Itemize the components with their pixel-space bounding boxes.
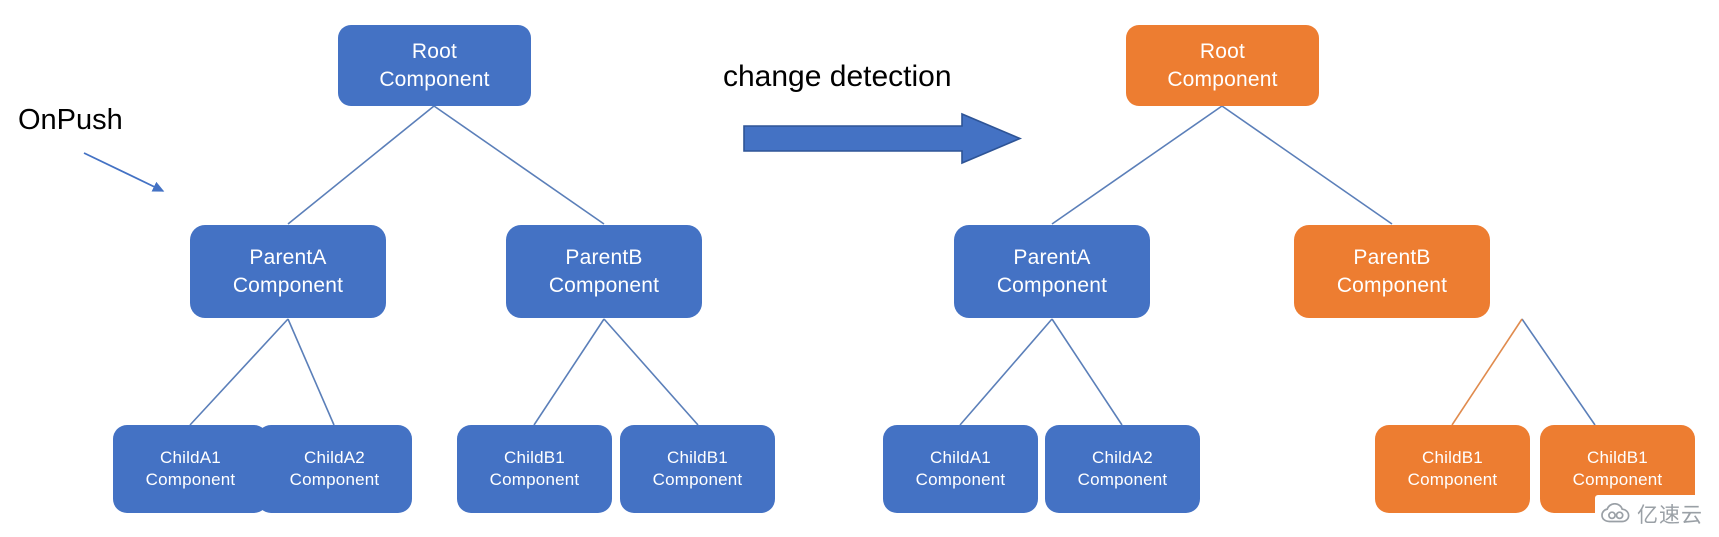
left-childA1-component-node[interactable]: ChildA1 Component bbox=[113, 425, 268, 513]
node-line-2: Component bbox=[548, 273, 660, 297]
node-line-1: ParentA bbox=[249, 246, 327, 270]
node-line-1: ChildB1 bbox=[1422, 447, 1483, 467]
node-line-1: ParentB bbox=[1353, 246, 1431, 270]
node-line-1: ChildA2 bbox=[1092, 447, 1153, 467]
node-line-1: Root bbox=[411, 40, 458, 64]
edge-left-parentA-childA2 bbox=[287, 318, 335, 426]
node-line-1: Root bbox=[1199, 40, 1246, 64]
node-line-1: ChildA1 bbox=[930, 447, 991, 467]
edge-right-root-parentB bbox=[1221, 105, 1393, 225]
node-line-2: Component bbox=[1407, 470, 1498, 489]
change-detection-label: change detection bbox=[723, 60, 952, 93]
edge-right-parentA-childA2 bbox=[1051, 318, 1123, 426]
node-line-2: Component bbox=[996, 273, 1108, 297]
right-parentB-component-node[interactable]: ParentB Component bbox=[1294, 225, 1490, 318]
left-parentA-component-node[interactable]: ParentA Component bbox=[190, 225, 386, 318]
left-childA2-component-node[interactable]: ChildA2 Component bbox=[257, 425, 412, 513]
watermark-text: 亿速云 bbox=[1637, 503, 1703, 527]
node-line-2: Component bbox=[1167, 67, 1278, 91]
node-line-2: Component bbox=[652, 470, 743, 489]
right-childA1-component-node[interactable]: ChildA1 Component bbox=[883, 425, 1038, 513]
edge-left-root-parentB bbox=[433, 105, 605, 225]
node-line-1: ChildA2 bbox=[304, 447, 365, 467]
edge-right-parentB-childB2 bbox=[1521, 318, 1596, 426]
watermark: 亿速云 bbox=[1595, 495, 1711, 533]
node-line-2: Component bbox=[289, 470, 380, 489]
right-childA2-component-node[interactable]: ChildA2 Component bbox=[1045, 425, 1200, 513]
node-line-2: Component bbox=[489, 470, 580, 489]
right-parentA-component-node[interactable]: ParentA Component bbox=[954, 225, 1150, 318]
node-line-2: Component bbox=[915, 470, 1006, 489]
change-detection-arrow bbox=[743, 112, 1023, 165]
node-line-1: ChildB1 bbox=[1587, 447, 1648, 467]
diagram-canvas: OnPush change detection Root Component P… bbox=[0, 0, 1719, 537]
edge-left-root-parentA bbox=[287, 105, 435, 225]
edge-right-parentB-childB1 bbox=[1451, 318, 1523, 426]
node-line-2: Component bbox=[379, 67, 490, 91]
onpush-label: OnPush bbox=[18, 104, 123, 136]
edge-left-parentB-childB1 bbox=[533, 318, 605, 426]
right-root-component-node[interactable]: Root Component bbox=[1126, 25, 1319, 106]
node-line-2: Component bbox=[1336, 273, 1448, 297]
right-childB1-component-node[interactable]: ChildB1 Component bbox=[1375, 425, 1530, 513]
change-detection-arrow-shape bbox=[743, 112, 1023, 165]
node-line-1: ParentB bbox=[565, 246, 643, 270]
edge-left-parentB-childB2 bbox=[603, 318, 699, 426]
left-childB2-component-node[interactable]: ChildB1 Component bbox=[620, 425, 775, 513]
node-line-2: Component bbox=[1572, 470, 1663, 489]
left-parentB-component-node[interactable]: ParentB Component bbox=[506, 225, 702, 318]
node-line-2: Component bbox=[1077, 470, 1168, 489]
left-root-component-node[interactable]: Root Component bbox=[338, 25, 531, 106]
onpush-pointer-arrow bbox=[83, 152, 165, 192]
left-childB1-component-node[interactable]: ChildB1 Component bbox=[457, 425, 612, 513]
node-line-2: Component bbox=[145, 470, 236, 489]
node-line-1: ChildB1 bbox=[504, 447, 565, 467]
edge-right-parentA-childA1 bbox=[959, 318, 1053, 426]
node-line-1: ChildA1 bbox=[160, 447, 221, 467]
node-line-1: ChildB1 bbox=[667, 447, 728, 467]
node-line-2: Component bbox=[232, 273, 344, 297]
cloud-icon bbox=[1601, 503, 1630, 523]
edge-left-parentA-childA1 bbox=[189, 318, 289, 426]
edge-right-root-parentA bbox=[1051, 105, 1223, 225]
node-line-1: ParentA bbox=[1013, 246, 1091, 270]
